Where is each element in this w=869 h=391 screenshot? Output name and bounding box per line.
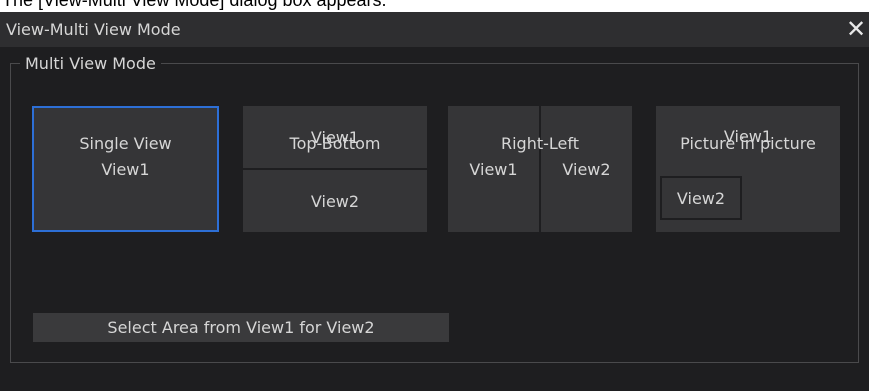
top-bottom-label: Top-Bottom: [289, 134, 381, 153]
picture-in-picture-preview[interactable]: View1 View2: [656, 106, 840, 232]
group-label: Multi View Mode: [20, 54, 161, 73]
document-caption: The [View-Multi View Mode] dialog box ap…: [0, 0, 869, 12]
picture-in-picture-label: Picture in picture: [680, 134, 816, 153]
single-view-preview[interactable]: View1: [32, 106, 219, 232]
right-left-pane-view2: View2: [541, 106, 632, 232]
right-left-preview[interactable]: View1 View2: [448, 106, 632, 232]
top-bottom-pane-view2: View2: [243, 170, 427, 232]
dialog-title: View-Multi View Mode: [6, 20, 181, 39]
single-view-label: Single View: [79, 134, 172, 153]
right-left-pane-view1: View1: [448, 106, 539, 232]
select-area-button[interactable]: Select Area from View1 for View2: [33, 313, 449, 342]
close-icon[interactable]: ✕: [843, 15, 869, 43]
top-bottom-preview[interactable]: View1 View2: [243, 106, 427, 232]
single-view-pane-view1: View1: [34, 108, 217, 230]
dialog-titlebar: View-Multi View Mode ✕: [0, 12, 869, 47]
pip-inset-pane-view2: View2: [660, 176, 742, 220]
caption-text: The [View-Multi View Mode] dialog box ap…: [2, 0, 387, 10]
right-left-label: Right-Left: [500, 134, 579, 153]
